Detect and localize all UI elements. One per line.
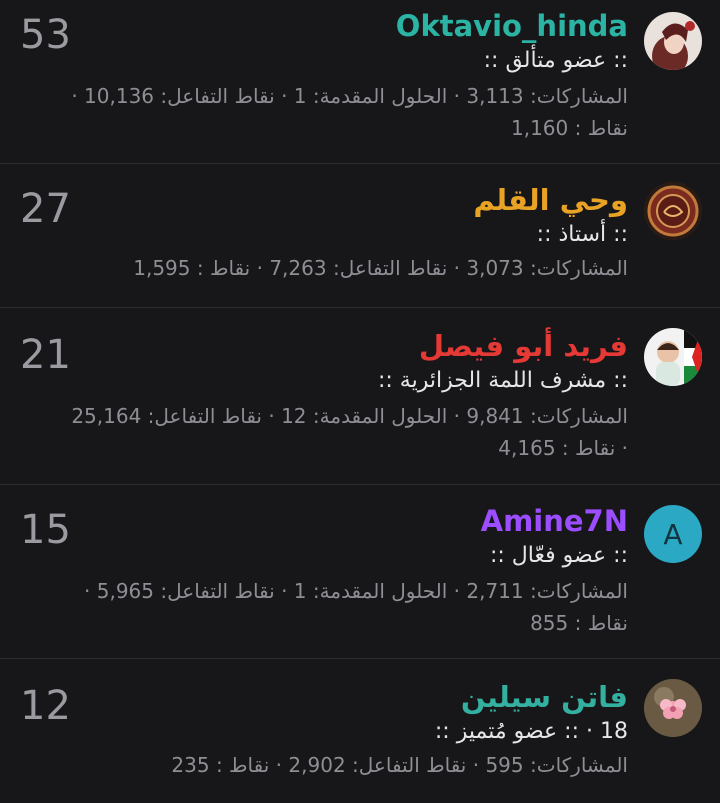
member-username[interactable]: وحي القلم (18, 182, 628, 218)
member-row[interactable]: 12 فاتن سيلين 18 · :: عضو مُتميز :: المش… (0, 659, 720, 803)
avatar-letter: A (663, 517, 683, 551)
member-stats: المشاركات: 2,711 · الحلول المقدمة: 1 · ن… (84, 579, 628, 603)
member-title: :: أستاذ :: (536, 222, 628, 247)
member-row[interactable]: 15 A Amine7N :: عضو فعّال :: المشاركات: … (0, 485, 720, 659)
avatar[interactable] (644, 182, 702, 240)
member-row[interactable]: 21 فريد أبو فيصل :: مشرف اللمة الجزائرية… (0, 308, 720, 485)
avatar[interactable] (644, 328, 702, 386)
member-title: :: عضو فعّال :: (489, 543, 628, 568)
member-title: 18 · :: عضو مُتميز :: (18, 717, 628, 747)
member-title: :: عضو متألق :: (483, 48, 628, 73)
member-points: نقاط : 855 (530, 611, 628, 635)
member-points: نقاط : 1,160 (511, 116, 628, 140)
member-username[interactable]: فاتن سيلين (18, 679, 628, 715)
member-title-text: :: عضو مُتميز :: (434, 719, 579, 744)
avatar-emblem-icon (644, 182, 702, 240)
member-row[interactable]: 27 وحي القلم :: أستاذ :: المشاركات: 3,07… (0, 164, 720, 308)
members-list: 53 Oktavio_hinda :: عضو متألق :: المشارك… (0, 0, 720, 803)
avatar[interactable] (644, 679, 702, 737)
member-points: · نقاط : 4,165 (498, 436, 628, 460)
member-username[interactable]: فريد أبو فيصل (18, 328, 628, 364)
member-username[interactable]: Oktavio_hinda (18, 8, 628, 44)
member-info: وحي القلم :: أستاذ :: المشاركات: 3,073 ·… (18, 180, 628, 284)
member-info: Amine7N :: عضو فعّال :: المشاركات: 2,711… (18, 501, 628, 639)
member-info: فريد أبو فيصل :: مشرف اللمة الجزائرية ::… (18, 326, 628, 464)
member-stats: المشاركات: 3,113 · الحلول المقدمة: 1 · ن… (71, 84, 628, 108)
avatar[interactable]: A (644, 505, 702, 563)
member-stats: المشاركات: 595 · نقاط التفاعل: 2,902 · ن… (171, 753, 628, 777)
member-row[interactable]: 53 Oktavio_hinda :: عضو متألق :: المشارك… (0, 0, 720, 164)
avatar-portrait-icon (644, 12, 702, 70)
member-stats: المشاركات: 3,073 · نقاط التفاعل: 7,263 ·… (133, 256, 628, 280)
member-stats: المشاركات: 9,841 · الحلول المقدمة: 12 · … (71, 404, 628, 428)
avatar-flower-icon (644, 679, 702, 737)
member-info: Oktavio_hinda :: عضو متألق :: المشاركات:… (18, 6, 628, 144)
avatar-child-flag-icon (644, 328, 702, 386)
member-prefix: 18 · (586, 719, 628, 744)
avatar[interactable] (644, 12, 702, 70)
member-info: فاتن سيلين 18 · :: عضو مُتميز :: المشارك… (18, 677, 628, 781)
member-title: :: مشرف اللمة الجزائرية :: (377, 368, 628, 393)
member-username[interactable]: Amine7N (18, 503, 628, 539)
